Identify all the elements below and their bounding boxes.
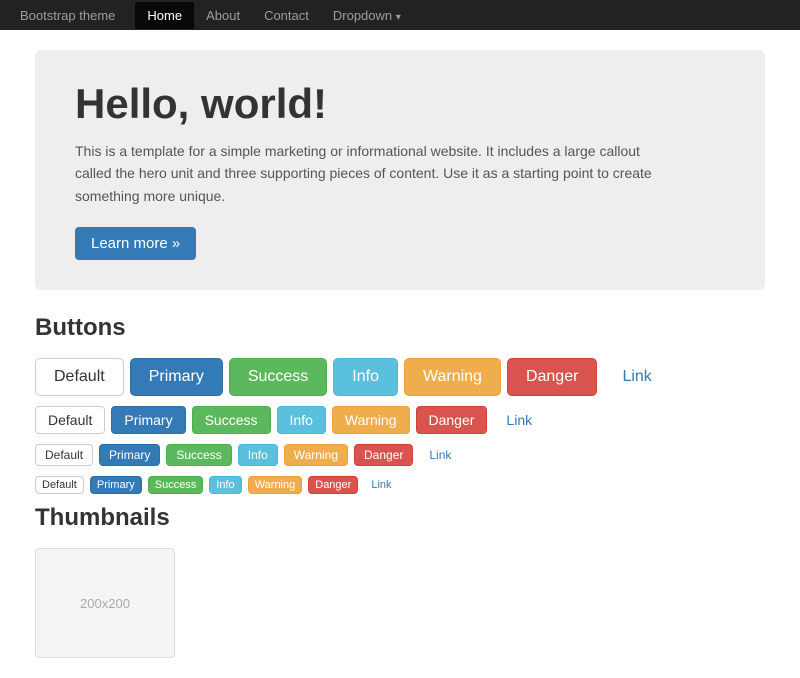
nav-link-dropdown[interactable]: Dropdown ▾ [321,2,413,29]
thumbnails-section: Thumbnails 200x200 [35,504,765,658]
main-container: Hello, world! This is a template for a s… [20,30,780,678]
nav-item-dropdown[interactable]: Dropdown ▾ [321,2,413,29]
btn-info-md[interactable]: Info [277,406,326,434]
btn-primary-lg[interactable]: Primary [130,358,223,396]
btn-warning-sm[interactable]: Warning [284,444,348,466]
btn-default-xs[interactable]: Default [35,476,84,494]
btn-danger-md[interactable]: Danger [416,406,488,434]
button-row-xs: Default Primary Success Info Warning Dan… [35,476,765,494]
chevron-down-icon: ▾ [396,12,401,23]
btn-default-md[interactable]: Default [35,406,105,434]
btn-link-sm[interactable]: Link [419,444,461,466]
btn-default-lg[interactable]: Default [35,358,124,396]
nav-item-contact[interactable]: Contact [252,2,321,29]
btn-link-md[interactable]: Link [493,406,545,434]
hero-heading: Hello, world! [75,80,725,128]
navbar: Bootstrap theme Home About Contact Dropd… [0,0,800,30]
nav-item-home[interactable]: Home [135,2,194,29]
btn-warning-md[interactable]: Warning [332,406,410,434]
buttons-section: Buttons Default Primary Success Info War… [35,314,765,494]
btn-success-xs[interactable]: Success [148,476,204,494]
nav-link-about[interactable]: About [194,2,252,29]
btn-info-xs[interactable]: Info [209,476,241,494]
hero-body: This is a template for a simple marketin… [75,140,675,207]
btn-danger-sm[interactable]: Danger [354,444,413,466]
learn-more-button[interactable]: Learn more » [75,227,196,260]
btn-success-lg[interactable]: Success [229,358,327,396]
button-row-sm: Default Primary Success Info Warning Dan… [35,444,765,466]
btn-success-sm[interactable]: Success [166,444,231,466]
nav-link-contact[interactable]: Contact [252,2,321,29]
btn-primary-xs[interactable]: Primary [90,476,142,494]
thumbnail-label: 200x200 [80,596,130,611]
buttons-title: Buttons [35,314,765,342]
button-row-md: Default Primary Success Info Warning Dan… [35,406,765,434]
btn-warning-lg[interactable]: Warning [404,358,501,396]
btn-danger-xs[interactable]: Danger [308,476,358,494]
btn-info-sm[interactable]: Info [238,444,278,466]
jumbotron: Hello, world! This is a template for a s… [35,50,765,290]
btn-success-md[interactable]: Success [192,406,271,434]
nav-link-home[interactable]: Home [135,2,194,29]
btn-link-lg[interactable]: Link [603,358,670,396]
thumbnails-title: Thumbnails [35,504,765,532]
navbar-nav: Home About Contact Dropdown ▾ [135,2,412,29]
navbar-brand[interactable]: Bootstrap theme [20,8,115,23]
btn-link-xs[interactable]: Link [364,476,398,494]
btn-default-sm[interactable]: Default [35,444,93,466]
btn-danger-lg[interactable]: Danger [507,358,597,396]
btn-primary-md[interactable]: Primary [111,406,185,434]
btn-info-lg[interactable]: Info [333,358,398,396]
btn-primary-sm[interactable]: Primary [99,444,160,466]
btn-warning-xs[interactable]: Warning [248,476,303,494]
button-row-lg: Default Primary Success Info Warning Dan… [35,358,765,396]
nav-item-about[interactable]: About [194,2,252,29]
thumbnail-item[interactable]: 200x200 [35,548,175,658]
